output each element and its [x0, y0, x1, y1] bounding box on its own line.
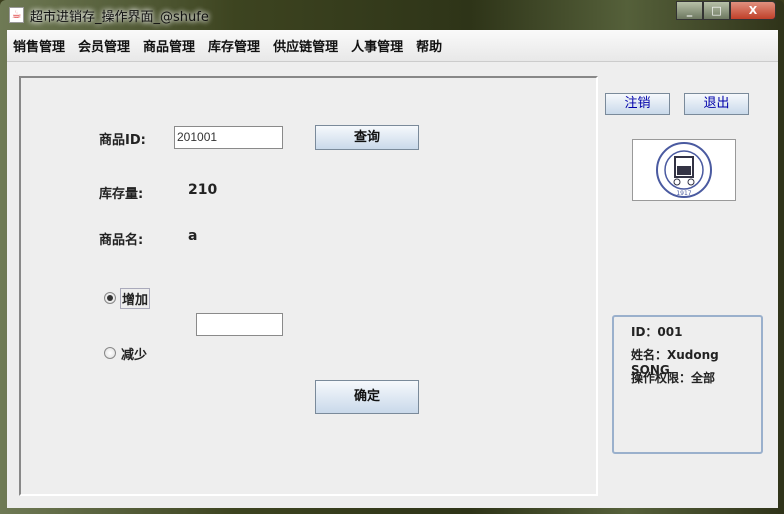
- stock-label: 库存量:: [99, 187, 144, 202]
- exit-button[interactable]: 退出: [684, 93, 749, 115]
- increase-radio[interactable]: [104, 292, 116, 304]
- user-id: ID：001: [631, 325, 683, 339]
- confirm-button[interactable]: 确定: [315, 380, 419, 414]
- seal-year: 1917: [676, 190, 691, 197]
- user-info-box: ID：001 姓名：Xudong SONG 操作权限：全部: [612, 315, 763, 454]
- maximize-button[interactable]: □: [703, 1, 730, 20]
- product-name-label: 商品名:: [99, 233, 144, 248]
- decrease-label[interactable]: 减少: [121, 344, 147, 363]
- menu-sales[interactable]: 销售管理: [13, 36, 65, 55]
- product-id-input[interactable]: 201001: [174, 126, 283, 149]
- window-title: 超市进销存_操作界面_@shufe: [30, 10, 209, 25]
- university-logo: 1917: [632, 139, 736, 201]
- amount-input[interactable]: [196, 313, 283, 336]
- menu-help[interactable]: 帮助: [416, 36, 442, 55]
- menu-supply-chain[interactable]: 供应链管理: [273, 36, 338, 55]
- close-button[interactable]: X: [730, 1, 776, 20]
- minimize-button[interactable]: _: [676, 1, 703, 20]
- menu-inventory[interactable]: 库存管理: [208, 36, 260, 55]
- increase-label[interactable]: 增加: [120, 288, 151, 309]
- logout-button[interactable]: 注销: [605, 93, 670, 115]
- query-button[interactable]: 查询: [315, 125, 419, 150]
- menu-bar: 销售管理 会员管理 商品管理 库存管理 供应链管理 人事管理 帮助: [7, 30, 778, 62]
- user-permission: 操作权限：全部: [631, 371, 716, 385]
- menu-products[interactable]: 商品管理: [143, 36, 195, 55]
- user-name: 姓名：Xudong SONG: [631, 348, 719, 377]
- client-area: 销售管理 会员管理 商品管理 库存管理 供应链管理 人事管理 帮助 商品ID: …: [7, 30, 778, 508]
- decrease-radio[interactable]: [104, 347, 116, 359]
- stock-value: 210: [188, 182, 218, 198]
- menu-members[interactable]: 会员管理: [78, 36, 130, 55]
- university-seal-icon: 1917: [656, 142, 712, 198]
- product-name-value: a: [188, 228, 198, 244]
- app-window: ☕ 超市进销存_操作界面_@shufe _ □ X 销售管理 会员管理 商品管理…: [0, 0, 784, 514]
- title-bar[interactable]: ☕ 超市进销存_操作界面_@shufe _ □ X: [0, 0, 784, 30]
- menu-hr[interactable]: 人事管理: [351, 36, 403, 55]
- java-app-icon: ☕: [9, 7, 24, 23]
- product-id-label: 商品ID:: [99, 133, 146, 148]
